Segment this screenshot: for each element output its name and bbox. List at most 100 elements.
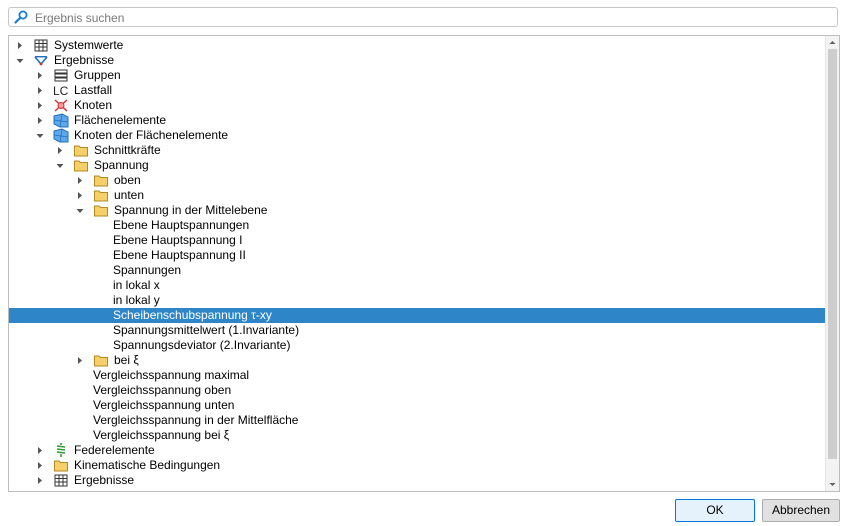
tree-item-label: Knoten: [74, 98, 113, 112]
tree-item-knoten-der-fla-chenelemente[interactable]: Knoten der Flächenelemente: [9, 128, 826, 143]
collapse-arrow-icon[interactable]: [34, 458, 46, 473]
scrollbar-thumb[interactable]: [828, 49, 837, 459]
tree-item-ebene-hauptspannung-ii[interactable]: Ebene Hauptspannung II: [9, 248, 826, 263]
tree-item-label: Vergleichsspannung bei ξ: [93, 428, 230, 442]
groups-icon: [53, 68, 69, 83]
expand-arrow-icon[interactable]: [74, 203, 86, 218]
folder-icon: [53, 458, 69, 473]
folder-icon: [93, 203, 109, 218]
tree-item-label: bei ξ: [114, 353, 139, 367]
tree-item-vergleichsspannung-bei[interactable]: Vergleichsspannung bei ξ: [9, 428, 826, 443]
collapse-arrow-icon[interactable]: [74, 353, 86, 368]
collapse-arrow-icon[interactable]: [54, 143, 66, 158]
folder-icon: [73, 143, 89, 158]
collapse-arrow-icon[interactable]: [34, 113, 46, 128]
tree-item-scheibenschubspannung-xy[interactable]: Scheibenschubspannung τ-xy: [9, 308, 826, 323]
tree-item-vergleichsspannung-unten[interactable]: Vergleichsspannung unten: [9, 398, 826, 413]
node-icon: [53, 98, 69, 113]
scroll-up-icon[interactable]: [826, 36, 839, 49]
tree-item-oben[interactable]: oben: [9, 173, 826, 188]
tree-item-label: Spannungsdeviator (2.Invariante): [113, 338, 291, 352]
tree-item-label: Spannung in der Mittelebene: [114, 203, 268, 217]
tree-item-label: Schnittkräfte: [94, 143, 161, 157]
tree-item-label: Flächenelemente: [74, 113, 167, 127]
tree-item-label: Gruppen: [74, 68, 121, 82]
tree-item-label: Scheibenschubspannung τ-xy: [113, 308, 272, 322]
expand-arrow-icon[interactable]: [34, 128, 46, 143]
folder-icon: [93, 173, 109, 188]
tree-item-ebene-hauptspannung-i[interactable]: Ebene Hauptspannung I: [9, 233, 826, 248]
tree-item-lastfall[interactable]: LC Lastfall: [9, 83, 826, 98]
tree-item-label: Spannungen: [113, 263, 182, 277]
tree-item-ergebnisse[interactable]: Ergebnisse: [9, 473, 826, 488]
search-box[interactable]: Ergebnis suchen: [8, 7, 838, 27]
collapse-arrow-icon[interactable]: [74, 173, 86, 188]
tree-item-label: Ebene Hauptspannungen: [113, 218, 250, 232]
grid-icon: [33, 38, 49, 53]
loadcase-icon: LC: [53, 83, 69, 98]
tree-item-systemwerte[interactable]: Systemwerte: [9, 38, 826, 53]
tree-item-label: Knoten der Flächenelemente: [74, 128, 229, 142]
tree-item-spannungsdeviator-2-invariante[interactable]: Spannungsdeviator (2.Invariante): [9, 338, 826, 353]
search-input[interactable]: Ergebnis suchen: [35, 11, 124, 25]
tree-item-label: in lokal x: [113, 278, 160, 292]
tree-item-vergleichsspannung-in-der-mittelfla-che[interactable]: Vergleichsspannung in der Mittelfläche: [9, 413, 826, 428]
tree-item-vergleichsspannung-oben[interactable]: Vergleichsspannung oben: [9, 383, 826, 398]
tree-item-label: Vergleichsspannung oben: [93, 383, 232, 397]
tree-item-federelemente[interactable]: Federelemente: [9, 443, 826, 458]
folder-icon: [93, 353, 109, 368]
tree-item-label: Vergleichsspannung unten: [93, 398, 235, 412]
tree-item-ergebnisse[interactable]: Ergebnisse: [9, 53, 826, 68]
search-icon: [14, 10, 28, 24]
tree-item-label: Ebene Hauptspannung II: [113, 248, 246, 262]
collapse-arrow-icon[interactable]: [34, 83, 46, 98]
expand-arrow-icon[interactable]: [54, 158, 66, 173]
tree-item-label: Federelemente: [74, 443, 155, 457]
expand-arrow-icon[interactable]: [14, 53, 26, 68]
tree-item-schnittkra-fte[interactable]: Schnittkräfte: [9, 143, 826, 158]
tree-item-in-lokal-y[interactable]: in lokal y: [9, 293, 826, 308]
ok-button[interactable]: OK: [675, 499, 755, 522]
scroll-down-icon[interactable]: [826, 478, 839, 491]
tree-item-unten[interactable]: unten: [9, 188, 826, 203]
collapse-arrow-icon[interactable]: [34, 473, 46, 488]
tree-item-spannung[interactable]: Spannung: [9, 158, 826, 173]
tree-item-ebene-hauptspannungen[interactable]: Ebene Hauptspannungen: [9, 218, 826, 233]
spring-icon: [53, 443, 69, 458]
tree-item-label: Vergleichsspannung in der Mittelfläche: [93, 413, 299, 427]
tree-item-spannungsmittelwert-1-invariante[interactable]: Spannungsmittelwert (1.Invariante): [9, 323, 826, 338]
tree-item-label: Lastfall: [74, 83, 113, 97]
folder-icon: [93, 188, 109, 203]
tree-item-spannungen[interactable]: Spannungen: [9, 263, 826, 278]
tree-item-kinematische-bedingungen[interactable]: Kinematische Bedingungen: [9, 458, 826, 473]
svg-text:LC: LC: [53, 84, 69, 98]
tree-item-label: Vergleichsspannung maximal: [93, 368, 250, 382]
tree-item-bei[interactable]: bei ξ: [9, 353, 826, 368]
tree-item-label: Kinematische Bedingungen: [74, 458, 221, 472]
collapse-arrow-icon[interactable]: [34, 68, 46, 83]
collapse-arrow-icon[interactable]: [14, 38, 26, 53]
tree-item-vergleichsspannung-maximal[interactable]: Vergleichsspannung maximal: [9, 368, 826, 383]
collapse-arrow-icon[interactable]: [74, 188, 86, 203]
folder-icon: [73, 158, 89, 173]
tree-item-label: Spannungsmittelwert (1.Invariante): [113, 323, 300, 337]
tree-item-knoten[interactable]: Knoten: [9, 98, 826, 113]
vertical-scrollbar[interactable]: [825, 36, 839, 491]
tree-item-label: Ergebnisse: [54, 53, 115, 67]
surface-icon: [53, 128, 69, 143]
tree-item-label: in lokal y: [113, 293, 160, 307]
grid-icon: [53, 473, 69, 488]
results-tree[interactable]: Systemwerte Ergebnisse Gruppen LC Lastfall Kn…: [8, 35, 840, 492]
tree-item-in-lokal-x[interactable]: in lokal x: [9, 278, 826, 293]
tree-item-gruppen[interactable]: Gruppen: [9, 68, 826, 83]
cancel-button[interactable]: Abbrechen: [762, 499, 840, 522]
tree-item-label: oben: [114, 173, 141, 187]
collapse-arrow-icon[interactable]: [34, 98, 46, 113]
collapse-arrow-icon[interactable]: [34, 443, 46, 458]
tree-item-fla-chenelemente[interactable]: Flächenelemente: [9, 113, 826, 128]
tree-item-label: Spannung: [94, 158, 149, 172]
tree-item-label: Ergebnisse: [74, 473, 135, 487]
results-icon: [33, 53, 49, 68]
tree-item-label: Ebene Hauptspannung I: [113, 233, 243, 247]
tree-item-spannung-in-der-mittelebene[interactable]: Spannung in der Mittelebene: [9, 203, 826, 218]
